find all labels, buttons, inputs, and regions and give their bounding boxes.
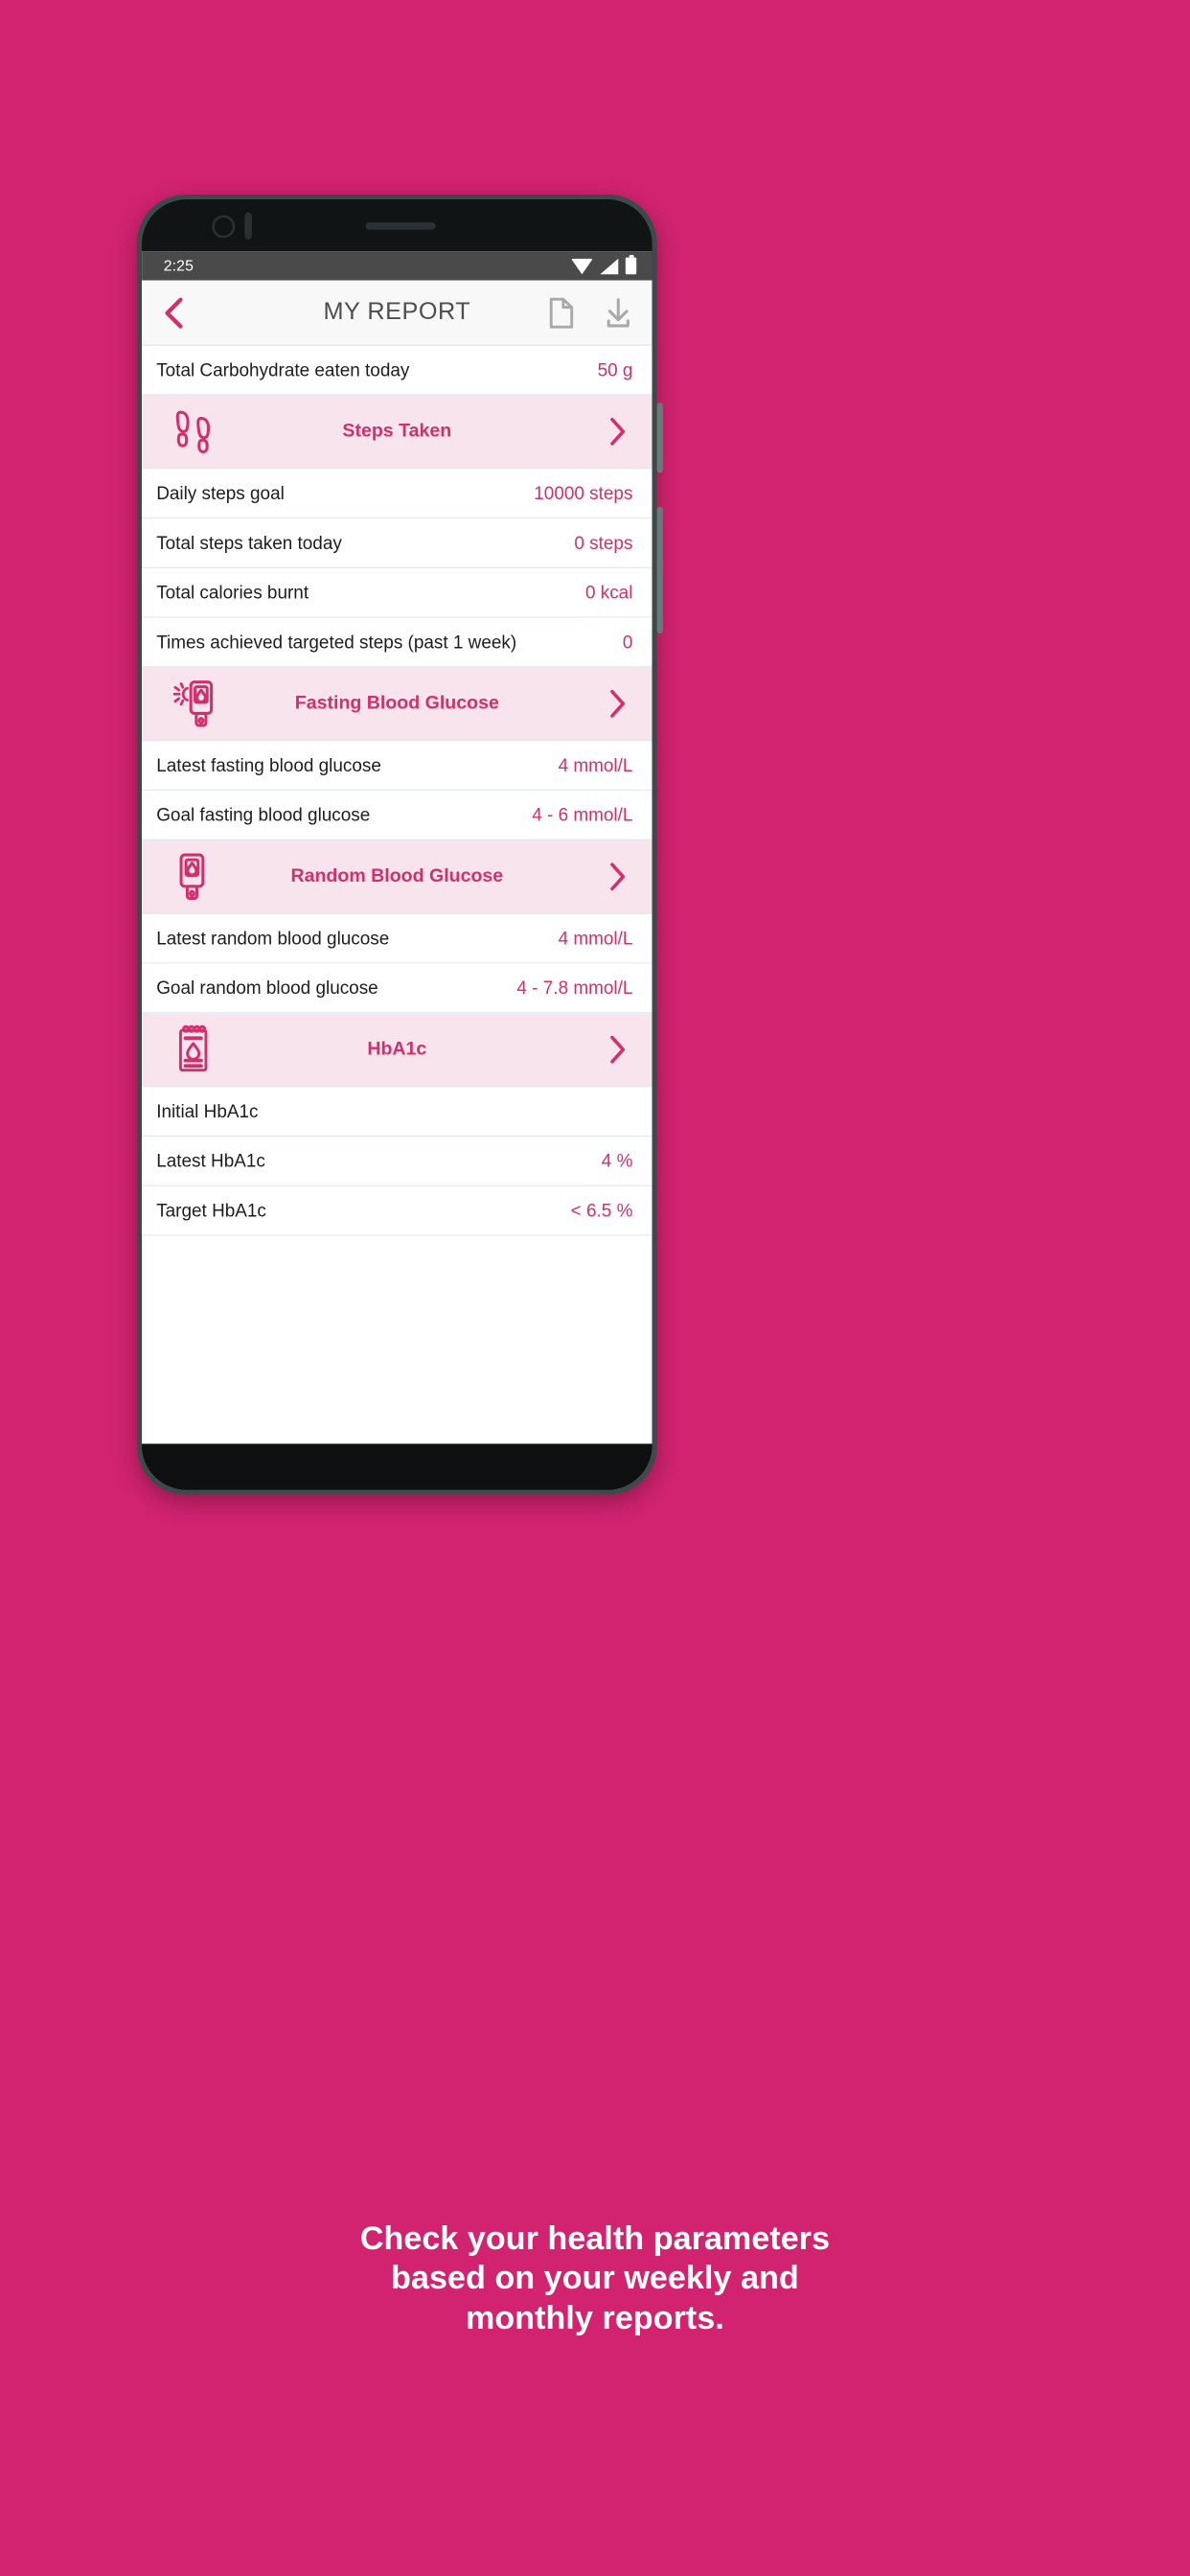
- chevron-right-icon: [604, 413, 632, 449]
- power-button[interactable]: [656, 506, 663, 634]
- table-row: Latest fasting blood glucose 4 mmol/L: [142, 741, 652, 792]
- phone-screen: 2:25 MY REPORT Total Carbohydrate eaten …: [142, 251, 652, 1444]
- caption-line: Check your health parameters: [359, 2220, 831, 2257]
- lab-report-drop-icon: [171, 1022, 234, 1077]
- phone-bezel: 2:25 MY REPORT Total Carbohydrate eaten …: [142, 199, 652, 1490]
- table-row: Latest HbA1c 4 %: [142, 1137, 652, 1186]
- phone-device-frame: 2:25 MY REPORT Total Carbohydrate eaten …: [137, 195, 663, 1495]
- chevron-right-icon: [604, 685, 632, 722]
- app-bar: MY REPORT: [142, 280, 652, 346]
- document-icon[interactable]: [544, 293, 578, 332]
- row-label: Initial HbA1c: [156, 1100, 259, 1122]
- row-label: Times achieved targeted steps (past 1 we…: [156, 632, 517, 653]
- table-row: Initial HbA1c: [142, 1087, 652, 1138]
- row-value: 4 mmol/L: [558, 928, 633, 949]
- row-label: Total Carbohydrate eaten today: [156, 359, 410, 380]
- app-bar-actions: [544, 293, 635, 332]
- battery-icon: [625, 254, 637, 275]
- section-header-random-blood-glucose[interactable]: Random Blood Glucose: [142, 840, 652, 914]
- footprints-icon: [171, 403, 234, 459]
- row-value: 0: [622, 632, 633, 653]
- caption-line: based on your weekly and: [391, 2260, 799, 2297]
- wifi-icon: [571, 258, 593, 274]
- row-value: 4 - 6 mmol/L: [532, 804, 633, 826]
- row-label: Target HbA1c: [156, 1200, 266, 1221]
- chevron-right-icon: [604, 859, 632, 895]
- row-value: 4 %: [601, 1150, 633, 1172]
- row-value: 4 - 7.8 mmol/L: [516, 978, 633, 999]
- screenshot-stage: 2:25 MY REPORT Total Carbohydrate eaten …: [0, 0, 1190, 2576]
- table-row: Target HbA1c < 6.5 %: [142, 1185, 652, 1236]
- row-label: Total calories burnt: [156, 582, 309, 603]
- table-row: Times achieved targeted steps (past 1 we…: [142, 617, 652, 668]
- caption-line: monthly reports.: [466, 2299, 724, 2336]
- table-row: Goal random blood glucose 4 - 7.8 mmol/L: [142, 963, 652, 1014]
- chevron-right-icon: [604, 1031, 632, 1068]
- row-label: Goal random blood glucose: [156, 978, 378, 999]
- table-row: Latest random blood glucose 4 mmol/L: [142, 913, 652, 964]
- section-header-steps-taken[interactable]: Steps Taken: [142, 395, 652, 470]
- earpiece-speaker: [365, 221, 436, 229]
- table-row: Total Carbohydrate eaten today 50 g: [142, 345, 652, 396]
- status-time: 2:25: [163, 257, 194, 275]
- row-label: Latest random blood glucose: [156, 928, 390, 949]
- front-camera-icon: [212, 215, 236, 239]
- row-value: 50 g: [597, 359, 633, 380]
- table-row: Total calories burnt 0 kcal: [142, 567, 652, 618]
- sensor-led-icon: [244, 212, 252, 240]
- status-bar: 2:25: [142, 251, 652, 281]
- promo-caption: Check your health parameters based on yo…: [0, 2220, 1190, 2338]
- status-icons: [571, 254, 637, 275]
- row-value: 0 kcal: [584, 582, 633, 603]
- chevron-left-icon: [165, 297, 183, 329]
- back-button[interactable]: [164, 292, 200, 334]
- row-value: 4 mmol/L: [558, 754, 633, 776]
- glucometer-icon: [171, 849, 234, 905]
- table-row: Total steps taken today 0 steps: [142, 518, 652, 568]
- row-label: Latest fasting blood glucose: [156, 754, 381, 776]
- row-label: Daily steps goal: [156, 482, 285, 504]
- signal-icon: [600, 258, 619, 274]
- row-value: < 6.5 %: [570, 1200, 633, 1221]
- row-value: 10000 steps: [534, 482, 633, 504]
- section-header-fasting-blood-glucose[interactable]: Fasting Blood Glucose: [142, 667, 652, 742]
- table-row: Daily steps goal 10000 steps: [142, 469, 652, 519]
- table-row: Goal fasting blood glucose 4 - 6 mmol/L: [142, 791, 652, 840]
- download-icon[interactable]: [602, 293, 635, 332]
- section-header-hba1c[interactable]: HbA1c: [142, 1013, 652, 1088]
- row-label: Goal fasting blood glucose: [156, 804, 371, 826]
- row-label: Latest HbA1c: [156, 1150, 265, 1172]
- row-label: Total steps taken today: [156, 532, 342, 554]
- volume-button[interactable]: [656, 402, 663, 473]
- row-value: 0 steps: [574, 532, 633, 554]
- glucometer-sun-icon: [171, 676, 234, 731]
- phone-top-bezel: [142, 199, 652, 251]
- phone-bottom-bezel: [142, 1443, 652, 1490]
- report-list: Total Carbohydrate eaten today 50 g Step…: [142, 345, 652, 1236]
